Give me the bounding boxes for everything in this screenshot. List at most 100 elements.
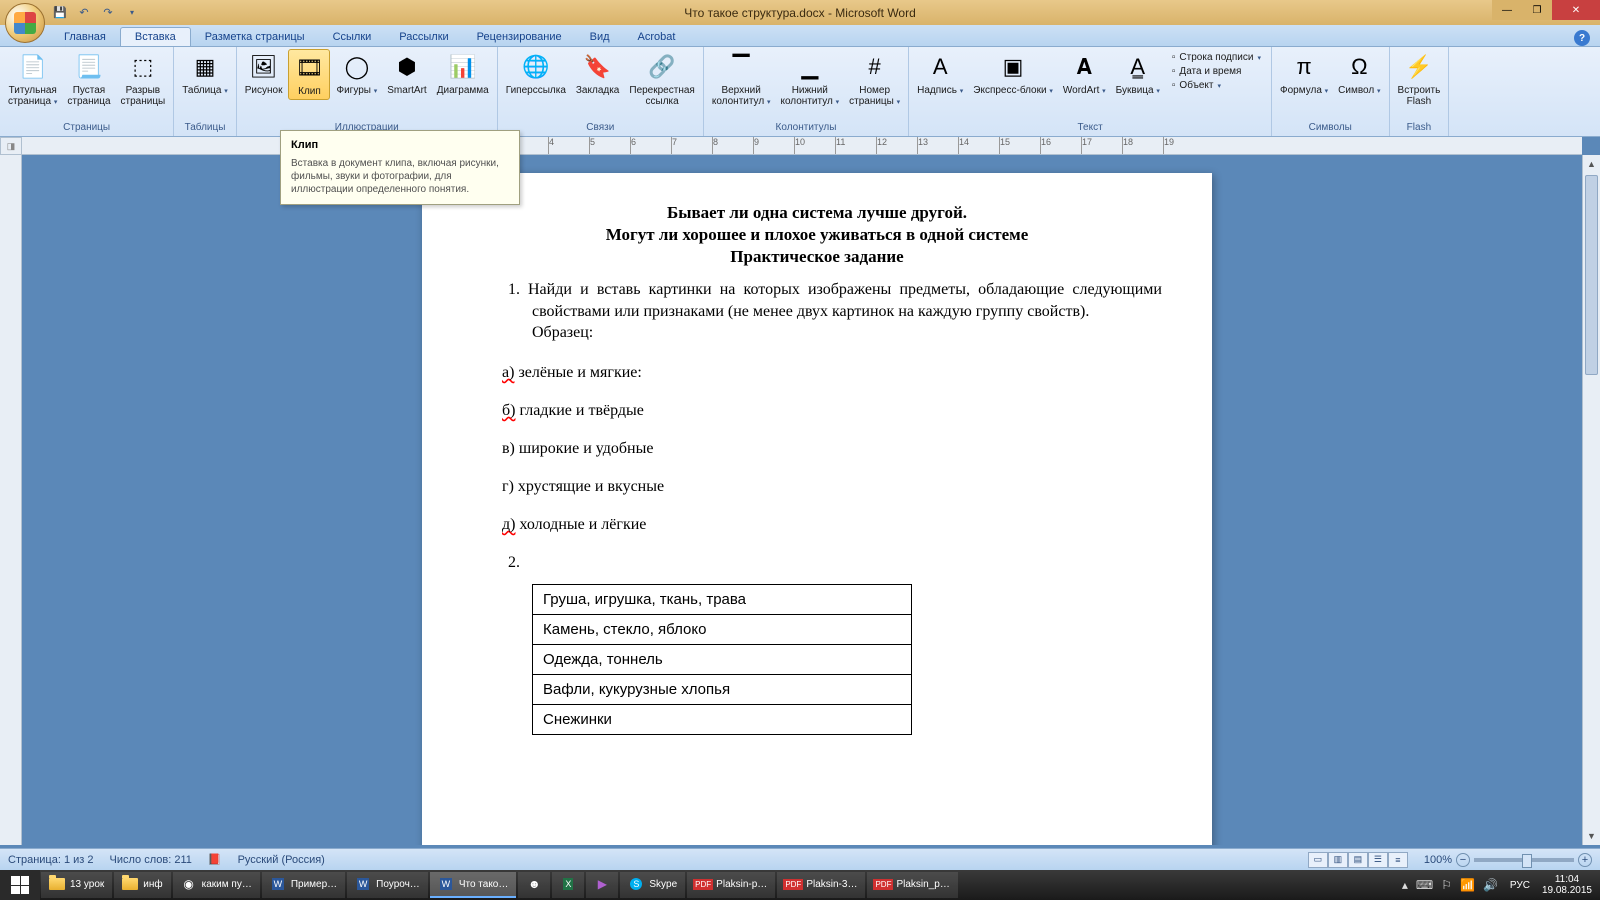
taskbar-item[interactable]: WЧто тако… [430,872,517,898]
zoom-out-button[interactable]: − [1456,853,1470,867]
close-button[interactable]: ✕ [1552,0,1600,20]
zoom-slider[interactable] [1474,858,1574,862]
ribbon-встроить-flash[interactable]: ⚡Встроить Flash [1394,49,1445,109]
ribbon-нижний-колонтитул[interactable]: ▁Нижний колонтитул ▾ [776,49,843,109]
ruler-toggle[interactable]: ◨ [0,137,22,155]
ribbon-фигуры[interactable]: ◯Фигуры ▾ [332,49,381,98]
ribbon-символ[interactable]: ΩСимвол ▾ [1334,49,1384,98]
ribbon-буквица[interactable]: A͇Буквица ▾ [1112,49,1164,98]
qat-dropdown-icon[interactable]: ▾ [122,4,142,22]
taskbar-item[interactable]: WПоуроч… [347,872,428,898]
document-page[interactable]: Бывает ли одна система лучше другой. Мог… [422,173,1212,845]
ribbon-дата-и-время[interactable]: ▫Дата и время [1168,65,1265,78]
help-icon[interactable]: ? [1574,30,1590,46]
tab-insert[interactable]: Вставка [120,27,191,46]
redo-icon[interactable]: ↷ [98,4,118,22]
scroll-down-icon[interactable]: ▼ [1583,827,1600,845]
taskbar-item[interactable]: PDFPlaksin-3… [777,872,865,898]
tray-volume-icon[interactable]: 🔊 [1483,878,1498,892]
vertical-scrollbar[interactable]: ▲ ▼ [1582,155,1600,845]
taskbar-item[interactable]: PDFPlaksin-p… [687,872,775,898]
ribbon-строка-подписи[interactable]: ▫Строка подписи▾ [1168,51,1265,64]
group-label: Таблицы [178,121,232,134]
ribbon-icon: 📄 [17,51,49,83]
taskbar-item[interactable]: PDFPlaksin_p… [867,872,957,898]
windows-icon [11,876,29,894]
ribbon-group-Символы: πФормула ▾ΩСимвол ▾Символы [1272,47,1390,136]
ribbon-номер-страницы[interactable]: #Номер страницы ▾ [845,49,904,109]
tray-network-icon[interactable]: 📶 [1460,878,1475,892]
ribbon-таблица[interactable]: ▦Таблица ▾ [178,49,232,98]
vertical-ruler[interactable] [0,155,22,845]
ribbon-icon: 𝐀 [1068,51,1100,83]
tray-keyboard-icon[interactable]: ⌨ [1416,878,1433,892]
horizontal-ruler[interactable]: 2112345678910111213141516171819 [22,137,1582,155]
zoom-in-button[interactable]: + [1578,853,1592,867]
ribbon-icon: ◯ [341,51,373,83]
ribbon-перекрестная-ссылка[interactable]: 🔗Перекрестная ссылка [625,49,698,109]
ribbon-wordart[interactable]: 𝐀WordArt ▾ [1059,49,1110,98]
group-label: Колонтитулы [708,121,904,134]
clock[interactable]: 11:04 19.08.2015 [1542,874,1592,896]
tab-review[interactable]: Рецензирование [463,28,576,46]
view-web[interactable]: ▤ [1348,852,1368,868]
view-full-screen[interactable]: ▥ [1328,852,1348,868]
status-language[interactable]: Русский (Россия) [238,854,325,866]
taskbar-item[interactable]: ☻ [518,872,550,898]
ribbon-icon: 🖼 [248,51,280,83]
ribbon-закладка[interactable]: 🔖Закладка [572,49,623,98]
chevron-down-icon: ▾ [960,88,964,95]
taskbar-item[interactable]: ▶ [586,872,618,898]
ribbon-tabs: Главная Вставка Разметка страницы Ссылки… [0,25,1600,47]
ribbon-верхний-колонтитул[interactable]: ▔Верхний колонтитул ▾ [708,49,775,109]
save-icon[interactable]: 💾 [50,4,70,22]
tab-acrobat[interactable]: Acrobat [624,28,690,46]
ribbon-диаграмма[interactable]: 📊Диаграмма [433,49,493,98]
ribbon-рисунок[interactable]: 🖼Рисунок [241,49,287,98]
taskbar-item[interactable]: 13 урок [41,872,112,898]
ribbon-разрыв-страницы[interactable]: ⬚Разрыв страницы [117,49,170,109]
view-print-layout[interactable]: ▭ [1308,852,1328,868]
ribbon-формула[interactable]: πФормула ▾ [1276,49,1332,98]
proofing-icon[interactable]: 📕 [208,853,222,866]
status-word-count[interactable]: Число слов: 211 [110,854,192,866]
doc-list-item-1: 1.Найди и вставь картинки на которых изо… [472,279,1162,344]
doc-heading-3: Практическое задание [472,247,1162,267]
undo-icon[interactable]: ↶ [74,4,94,22]
language-indicator[interactable]: РУС [1506,878,1534,893]
group-label: Связи [502,121,699,134]
ribbon-клип[interactable]: 🎞Клип [288,49,330,100]
doc-table: Груша, игрушка, ткань, траваКамень, стек… [532,584,912,735]
office-button[interactable] [5,3,45,43]
taskbar-item[interactable]: WПример… [262,872,345,898]
tray-flag-icon[interactable]: ⚐ [1441,878,1452,892]
scrollbar-thumb[interactable] [1585,175,1598,375]
minimize-button[interactable]: — [1492,0,1522,20]
view-draft[interactable]: ≡ [1388,852,1408,868]
taskbar-item[interactable]: инф [114,872,170,898]
status-page[interactable]: Страница: 1 из 2 [8,854,94,866]
view-outline[interactable]: ☰ [1368,852,1388,868]
ribbon-icon: 🔖 [582,51,614,83]
tab-references[interactable]: Ссылки [319,28,386,46]
ribbon-пустая-страница[interactable]: 📃Пустая страница [63,49,114,109]
ribbon-гиперссылка[interactable]: 🌐Гиперссылка [502,49,570,98]
start-button[interactable] [0,870,40,900]
tab-page-layout[interactable]: Разметка страницы [191,28,319,46]
ribbon-титульная-страница[interactable]: 📄Титульная страница ▾ [4,49,61,109]
zoom-level[interactable]: 100% [1424,854,1452,866]
tab-view[interactable]: Вид [576,28,624,46]
ribbon-smartart[interactable]: ⬢SmartArt [383,49,430,98]
ribbon-экспресс-блоки[interactable]: ▣Экспресс-блоки ▾ [969,49,1057,98]
tray-show-hidden-icon[interactable]: ▴ [1402,878,1408,892]
tab-home[interactable]: Главная [50,28,120,46]
maximize-button[interactable]: ❐ [1522,0,1552,20]
taskbar-item[interactable]: ◉каким пу… [173,872,260,898]
tab-mailings[interactable]: Рассылки [385,28,462,46]
taskbar-item[interactable]: X [552,872,584,898]
ribbon-надпись[interactable]: AНадпись ▾ [913,49,967,98]
ribbon-icon: ⬚ [127,51,159,83]
ribbon-объект[interactable]: ▫Объект▾ [1168,79,1265,92]
scroll-up-icon[interactable]: ▲ [1583,155,1600,173]
taskbar-item[interactable]: SSkype [620,872,685,898]
